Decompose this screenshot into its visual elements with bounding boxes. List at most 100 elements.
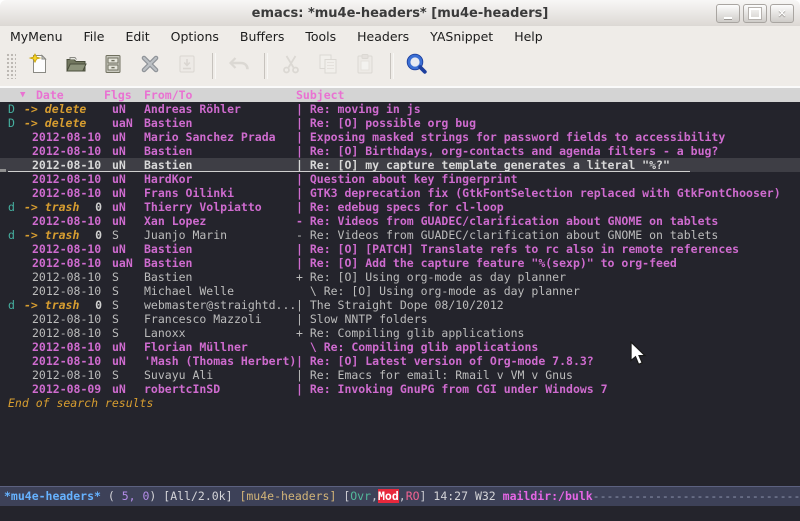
new-file-button[interactable] — [24, 51, 54, 81]
message-row[interactable]: 2012-08-10uaNBastien| Re: [O] Add the ca… — [0, 256, 800, 270]
message-row[interactable]: 2012-08-10SBastien+ Re: [O] Using org-mo… — [0, 270, 800, 284]
date-cell: 2012-08-10 — [24, 172, 112, 186]
date-cell: 2012-08-10 — [24, 284, 112, 298]
copy-button — [313, 51, 343, 81]
message-subject: + Re: [O] Using org-mode as day planner — [296, 270, 566, 284]
date-cell: 2012-08-10 — [24, 242, 112, 256]
message-subject: | Re: [O] Birthdays, org-contacts and ag… — [296, 144, 718, 158]
mode-line: *mu4e-headers* ( 5, 0) [All/2.0k] [mu4e-… — [0, 486, 800, 506]
message-from: Mario Sanchez Prada — [144, 130, 296, 144]
toolbar-separator — [390, 53, 394, 79]
message-row[interactable]: 2012-08-10SLanoxx+ Re: Compiling glib ap… — [0, 326, 800, 340]
date-cell: 2012-08-10 — [24, 130, 112, 144]
message-row[interactable]: d-> trash0Swebmaster@straightd...| The S… — [0, 298, 800, 312]
paste-icon — [353, 52, 377, 80]
modeline-segment-fg: ( — [101, 489, 122, 503]
message-row[interactable]: 2012-08-10uNBastien| Re: [O] my capture … — [0, 158, 800, 172]
menu-item-headers[interactable]: Headers — [357, 29, 409, 44]
message-date: 2012-08-10 — [24, 186, 101, 200]
date-cell: 2012-08-10 — [24, 326, 112, 340]
message-row[interactable]: 2012-08-09uNrobertcInSD| Re: Invoking Gn… — [0, 382, 800, 396]
message-subject: + Re: Compiling glib applications — [296, 326, 524, 340]
message-row[interactable]: D-> deleteuNAndreas Röhler| Re: moving i… — [0, 102, 800, 116]
toolbar-grip-handle[interactable] — [6, 53, 16, 79]
menu-item-tools[interactable]: Tools — [305, 29, 336, 44]
menu-item-mymenu[interactable]: MyMenu — [10, 29, 63, 44]
mark-action-label: -> delete — [24, 116, 86, 130]
date-cell: 2012-08-10 — [24, 270, 112, 284]
menu-item-yasnippet[interactable]: YASnippet — [430, 29, 493, 44]
date-cell: 2012-08-09 — [24, 382, 112, 396]
maximize-button[interactable] — [743, 4, 767, 23]
message-row[interactable]: d-> trash0uNThierry Volpiatto| Re: edebu… — [0, 200, 800, 214]
message-list: D-> deleteuNAndreas Röhler| Re: moving i… — [0, 102, 800, 396]
title-bar[interactable]: emacs: *mu4e-headers* [mu4e-headers] ✕ — [0, 0, 800, 27]
message-row[interactable]: 2012-08-10uNXan Lopez- Re: Videos from G… — [0, 214, 800, 228]
message-flags: uN — [112, 130, 144, 144]
message-flags: uN — [112, 172, 144, 186]
cut-icon — [279, 52, 303, 80]
open-file-button[interactable] — [61, 51, 91, 81]
message-row[interactable]: 2012-08-10SSuvayu Ali| Re: Emacs for ema… — [0, 368, 800, 382]
message-date: 2012-08-10 — [24, 158, 101, 172]
window-buttons: ✕ — [716, 4, 794, 23]
message-row[interactable]: 2012-08-10SFrancesco Mazzoli| Slow NNTP … — [0, 312, 800, 326]
message-subject: | Re: moving in js — [296, 102, 421, 116]
paste-button — [350, 51, 380, 81]
message-row[interactable]: 2012-08-10uNFrans Oilinki| GTK3 deprecat… — [0, 186, 800, 200]
close-icon: ✕ — [777, 8, 786, 19]
close-buffer-button[interactable] — [135, 51, 165, 81]
message-subject: \ Re: [O] Using org-mode as day planner — [296, 284, 580, 298]
column-header-subject[interactable]: Subject — [296, 88, 344, 102]
mark-extra: 0 — [95, 228, 102, 242]
message-flags: uaN — [112, 256, 144, 270]
message-row[interactable]: d-> trash0SJuanjo Marin- Re: Videos from… — [0, 228, 800, 242]
message-row[interactable]: 2012-08-10uNBastien| Re: [O] [PATCH] Tra… — [0, 242, 800, 256]
message-row[interactable]: 2012-08-10uNMario Sanchez Prada| Exposin… — [0, 130, 800, 144]
column-header-date[interactable]: Date — [36, 88, 64, 102]
message-row[interactable]: 2012-08-10SMichael Welle \ Re: [O] Using… — [0, 284, 800, 298]
message-flags: S — [112, 368, 144, 382]
message-row[interactable]: 2012-08-10uNFlorian Müllner \ Re: Compil… — [0, 340, 800, 354]
message-from: Suvayu Ali — [144, 368, 296, 382]
mark-char — [8, 340, 24, 354]
message-from: Bastien — [144, 158, 296, 172]
close-button[interactable]: ✕ — [770, 4, 794, 23]
mark-char — [8, 172, 24, 186]
toolbar-separator — [264, 53, 268, 79]
message-row[interactable]: 2012-08-10uN'Mash (Thomas Herbert)| Re: … — [0, 354, 800, 368]
save-as-button — [172, 51, 202, 81]
column-header-from[interactable]: From/To — [144, 88, 192, 102]
message-subject: | Re: Emacs for email: Rmail v VM v Gnus — [296, 368, 573, 382]
new-file-icon — [27, 52, 51, 80]
message-row[interactable]: D-> deleteuaNBastien| Re: [O] possible o… — [0, 116, 800, 130]
menu-item-help[interactable]: Help — [514, 29, 543, 44]
minimize-button[interactable] — [716, 4, 740, 23]
message-flags: uN — [112, 214, 144, 228]
message-flags: S — [112, 298, 144, 312]
mark-action-label: -> delete — [24, 102, 86, 116]
message-date: 2012-08-10 — [24, 130, 101, 144]
menu-item-file[interactable]: File — [84, 29, 105, 44]
date-cell: -> trash0 — [24, 228, 112, 242]
search-button[interactable] — [402, 51, 432, 81]
message-date: 2012-08-10 — [24, 284, 101, 298]
message-row[interactable]: 2012-08-10uNBastien| Re: [O] Birthdays, … — [0, 144, 800, 158]
menu-item-options[interactable]: Options — [171, 29, 219, 44]
modeline-segment-mode: [mu4e-headers] — [239, 489, 343, 503]
menu-item-buffers[interactable]: Buffers — [240, 29, 284, 44]
date-cell: -> trash0 — [24, 298, 112, 312]
column-header-flags[interactable]: Flgs — [104, 88, 132, 102]
mark-char — [8, 382, 24, 396]
menu-item-edit[interactable]: Edit — [125, 29, 149, 44]
mark-char — [8, 242, 24, 256]
message-flags: uN — [112, 200, 144, 214]
mark-char — [8, 326, 24, 340]
message-row[interactable]: 2012-08-10uNHardKor| Question about key … — [0, 172, 800, 186]
message-subject: - Re: Videos from GUADEC/clarification a… — [296, 214, 718, 228]
message-flags: uN — [112, 382, 144, 396]
menu-bar: MyMenu File Edit Options Buffers Tools Headers… — [0, 26, 800, 46]
save-buffer-button[interactable] — [98, 51, 128, 81]
message-flags: uN — [112, 144, 144, 158]
message-from: webmaster@straightd... — [144, 298, 296, 312]
